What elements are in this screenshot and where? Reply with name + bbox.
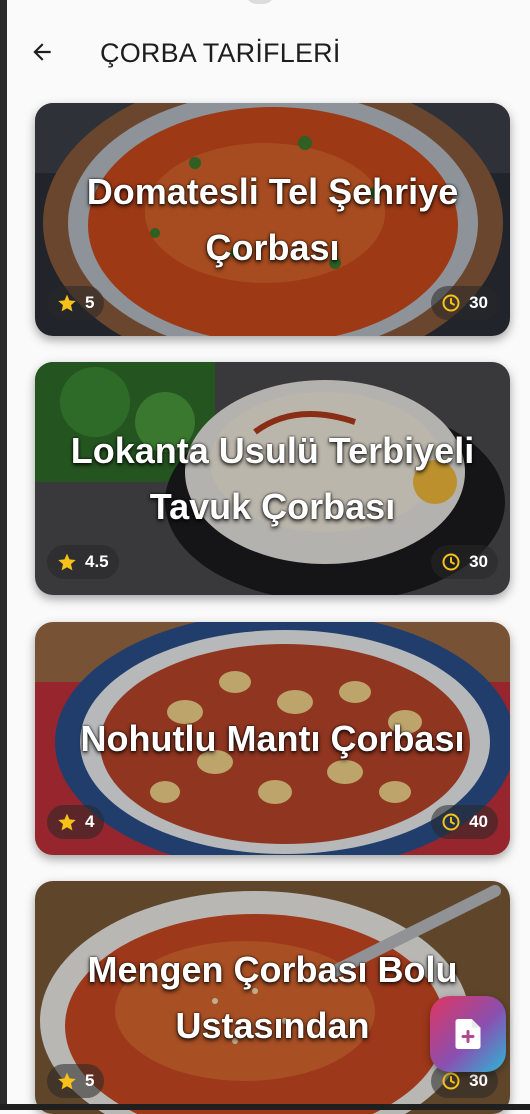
time-value: 30 [469, 1071, 488, 1090]
rating-value: 5 [85, 1071, 95, 1090]
rating-value: 4.5 [85, 552, 109, 571]
screen-bottom-edge [0, 1104, 530, 1110]
time-badge: 30 [431, 286, 498, 320]
clock-icon [442, 813, 460, 831]
recipe-title: Lokanta Usulü Terbiyeli Tavuk Çorbası [70, 429, 475, 527]
star-icon [58, 813, 76, 831]
recipe-title: Nohutlu Mantı Çorbası [80, 717, 465, 759]
rating-badge: 4 [47, 805, 105, 839]
add-recipe-button[interactable] [430, 996, 506, 1072]
rating-badge: 5 [47, 1064, 105, 1098]
recipe-title: Domatesli Tel Şehriye Çorbası [86, 170, 459, 268]
time-badge: 30 [431, 545, 498, 579]
add-document-icon [455, 1019, 481, 1049]
back-button[interactable] [27, 34, 57, 70]
recipe-card[interactable]: Mengen Çorbası Bolu Ustasından 5 30 [35, 881, 510, 1114]
status-bar-notch [245, 0, 275, 4]
rating-badge: 5 [47, 286, 105, 320]
recipe-card[interactable]: Lokanta Usulü Terbiyeli Tavuk Çorbası 4.… [35, 362, 510, 595]
clock-icon [442, 1072, 460, 1090]
arrow-back-icon [33, 43, 51, 61]
recipe-card[interactable]: Nohutlu Mantı Çorbası 4 40 [35, 622, 510, 855]
clock-icon [442, 294, 460, 312]
time-value: 30 [469, 552, 488, 571]
star-icon [58, 1072, 76, 1090]
star-icon [58, 294, 76, 312]
recipe-card[interactable]: Domatesli Tel Şehriye Çorbası 5 30 [35, 103, 510, 336]
page-title: ÇORBA TARİFLERİ [100, 38, 341, 68]
rating-value: 4 [85, 812, 95, 831]
time-value: 30 [469, 293, 488, 312]
app-bar: ÇORBA TARİFLERİ [7, 20, 530, 86]
rating-badge: 4.5 [47, 545, 119, 579]
time-badge: 40 [431, 805, 498, 839]
screen-edge [0, 0, 7, 1110]
star-icon [58, 553, 76, 571]
clock-icon [442, 553, 460, 571]
time-value: 40 [469, 812, 488, 831]
rating-value: 5 [85, 293, 95, 312]
